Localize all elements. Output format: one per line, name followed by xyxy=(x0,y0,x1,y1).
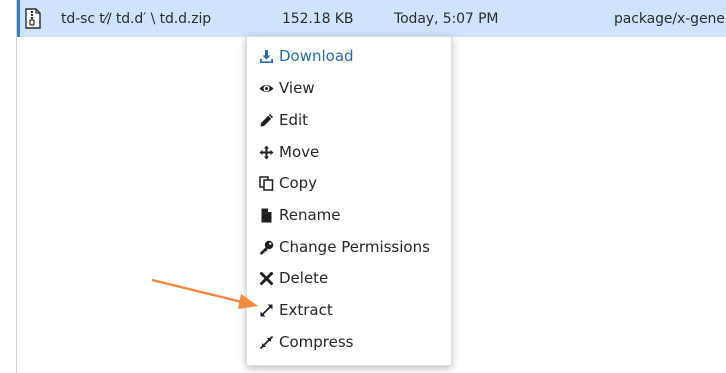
file-manager-view: td-sc t⁄∕ td.d′ \ td.d.zip 152.18 KB Tod… xyxy=(0,0,726,373)
annotation-arrow xyxy=(151,278,258,309)
